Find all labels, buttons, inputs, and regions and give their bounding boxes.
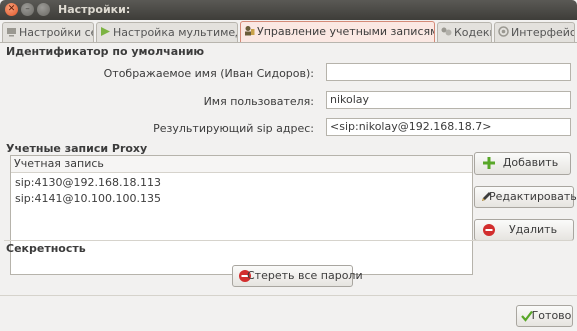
edit-account-button[interactable]: Редактировать: [474, 186, 577, 208]
remove-account-button[interactable]: Удалить: [474, 219, 574, 241]
maximize-window-button[interactable]: [37, 3, 50, 16]
close-window-button[interactable]: ✕: [5, 3, 18, 16]
proxy-section-title: Учетные записи Proxy: [6, 142, 148, 155]
display-name-label: Отображаемое имя (Иван Сидоров):: [103, 67, 314, 80]
tab-interface[interactable]: Интерфейс:: [494, 22, 575, 42]
add-account-label: Добавить: [502, 156, 559, 169]
done-label: Готово: [531, 309, 572, 322]
display-name-field[interactable]: [326, 63, 571, 81]
username-field[interactable]: nikolay: [326, 91, 571, 109]
tab-label: Настройка мультимедиа: [113, 26, 237, 39]
tab-sip-accounts[interactable]: Управление учетными записями SIP: [240, 21, 435, 43]
tab-network-settings[interactable]: Настройки сети: [2, 22, 94, 42]
network-icon: [7, 28, 16, 37]
sip-accounts-pane: Идентификатор по умолчанию Отображаемое …: [0, 42, 577, 295]
window-title: Настройки:: [58, 3, 131, 16]
tab-codecs[interactable]: Кодеки: [437, 22, 492, 42]
erase-passwords-label: Стереть все пароли: [247, 269, 363, 282]
section-divider: [4, 240, 573, 241]
erase-passwords-button[interactable]: Стереть все пароли: [232, 265, 363, 287]
title-bar: ✕ – Настройки:: [0, 0, 577, 20]
tab-label: Управление учетными записями SIP: [257, 25, 434, 38]
dialog-footer: Готово: [0, 295, 577, 331]
add-account-button[interactable]: Добавить: [474, 152, 571, 175]
username-label: Имя пользователя:: [203, 95, 314, 108]
settings-window: ✕ – Настройки: Настройки сети Настройка …: [0, 0, 577, 331]
proxy-accounts-list[interactable]: Учетная запись sip:4130@192.168.18.113 s…: [10, 155, 473, 275]
account-column-header[interactable]: Учетная запись: [11, 156, 472, 173]
tab-label: Кодеки: [454, 26, 491, 39]
accounts-icon: [245, 26, 255, 36]
tab-multimedia-settings[interactable]: Настройка мультимедиа: [96, 22, 238, 42]
codecs-icon: [441, 27, 452, 36]
minimize-window-button[interactable]: –: [21, 3, 34, 16]
sip-address-field: <sip:nikolay@192.168.18.7>: [326, 118, 571, 136]
edit-account-label: Редактировать: [489, 190, 577, 203]
done-button[interactable]: Готово: [516, 305, 573, 327]
sip-address-label: Результирующий sip адрес:: [153, 122, 314, 135]
identity-section-title: Идентификатор по умолчанию: [6, 45, 205, 58]
tab-label: Настройки сети: [19, 26, 93, 39]
list-item[interactable]: sip:4130@192.168.18.113: [11, 175, 472, 191]
remove-account-label: Удалить: [508, 223, 558, 236]
interface-icon: [498, 26, 509, 37]
play-icon: [101, 27, 110, 36]
tab-label: Интерфейс:: [511, 26, 575, 39]
settings-tabs: Настройки сети Настройка мультимедиа Упр…: [0, 21, 577, 43]
privacy-section-title: Секретность: [6, 242, 86, 255]
list-item[interactable]: sip:4141@10.100.100.135: [11, 191, 472, 207]
